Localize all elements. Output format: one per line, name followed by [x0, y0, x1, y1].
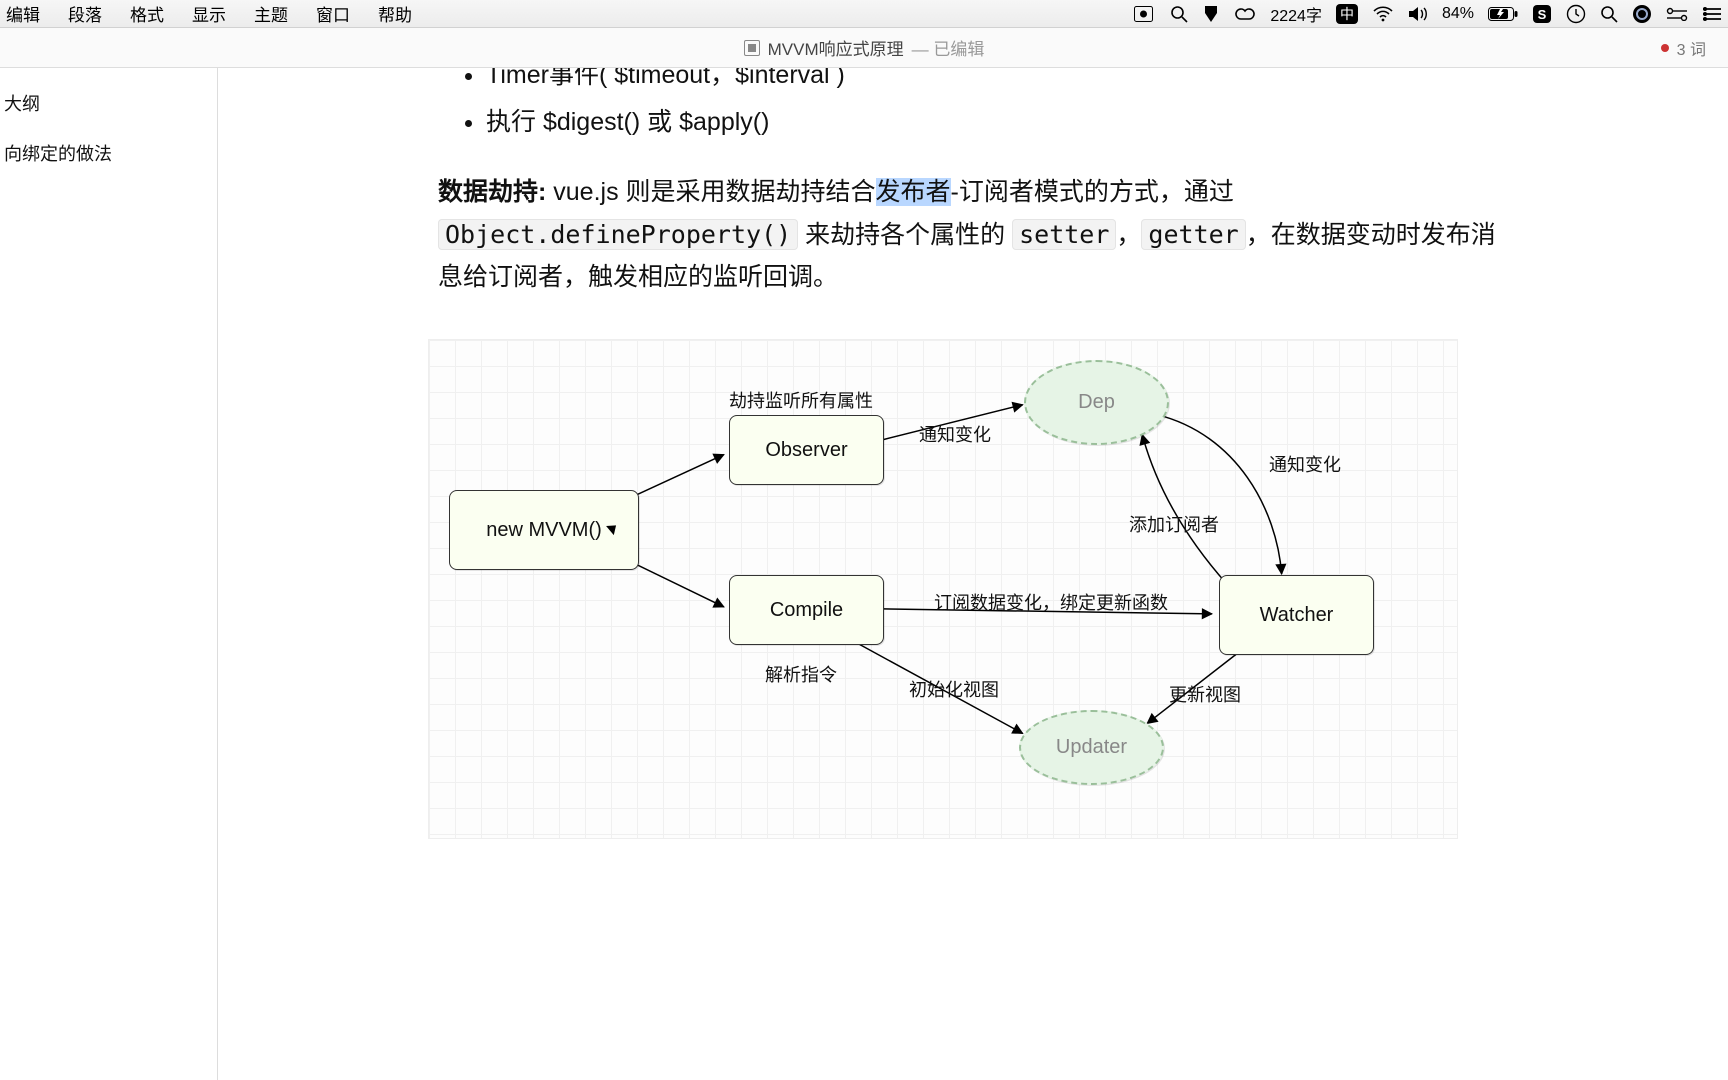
label-dep-to-watcher: 通知变化	[1269, 450, 1341, 481]
document-edited-label: — 已编辑	[912, 35, 985, 60]
spotlight-icon[interactable]	[1600, 5, 1618, 23]
node-compile: Compile	[729, 575, 884, 645]
ime-indicator[interactable]: 中	[1336, 4, 1358, 24]
wifi-icon[interactable]	[1372, 6, 1394, 22]
para-text: ，	[1116, 221, 1141, 249]
label-observer-to-dep: 通知变化	[919, 420, 991, 451]
word-count-group: 3 词	[1661, 36, 1706, 60]
menu-edit[interactable]: 编辑	[6, 1, 40, 26]
char-count: 2224字	[1270, 2, 1322, 26]
label-watcher-to-dep: 添加订阅者	[1129, 510, 1219, 541]
para-text: vue.js 则是采用数据劫持结合	[546, 178, 875, 206]
label-compile-watcher: 订阅数据变化，绑定更新函数	[934, 588, 1168, 619]
menu-paragraph[interactable]: 段落	[68, 1, 102, 26]
outline-heading: 大纲	[0, 86, 217, 136]
search-icon[interactable]	[1170, 5, 1188, 23]
main-split: 大纲 向绑定的做法 Timer事件( $timeout，$interval ) …	[0, 68, 1728, 1080]
unsaved-dot-icon	[1661, 44, 1669, 52]
para-text: 来劫持各个属性的	[798, 221, 1012, 249]
bullet-list[interactable]: Timer事件( $timeout，$interval ) 执行 $digest…	[438, 68, 1518, 143]
document-title-group: MVVM响应式原理 — 已编辑	[744, 35, 985, 60]
svg-text:S: S	[1538, 7, 1547, 22]
menu-format[interactable]: 格式	[130, 1, 164, 26]
code-defineproperty: Object.defineProperty()	[438, 219, 798, 250]
menu-theme[interactable]: 主题	[254, 1, 288, 26]
para-bold-lead: 数据劫持:	[438, 178, 546, 206]
node-updater: Updater	[1019, 710, 1164, 785]
node-observer: Observer	[729, 415, 884, 485]
notification-center-icon[interactable]	[1702, 6, 1722, 22]
code-getter: getter	[1141, 219, 1245, 250]
screen-record-icon[interactable]	[1134, 6, 1156, 22]
siri-icon[interactable]	[1632, 4, 1652, 24]
menubar-left: 编辑 段落 格式 显示 主题 窗口 帮助	[6, 1, 426, 26]
label-compile-bottom: 解析指令	[765, 660, 837, 691]
battery-percent: 84%	[1442, 5, 1474, 23]
node-watcher: Watcher	[1219, 575, 1374, 655]
word-count: 3 词	[1677, 36, 1706, 60]
hammer-icon[interactable]	[1202, 5, 1220, 23]
page-content[interactable]: Timer事件( $timeout，$interval ) 执行 $digest…	[438, 68, 1518, 839]
clock-icon[interactable]	[1566, 4, 1586, 24]
paragraph-data-hijack[interactable]: 数据劫持: vue.js 则是采用数据劫持结合发布者-订阅者模式的方式，通过 O…	[438, 171, 1518, 299]
bullet-item[interactable]: Timer事件( $timeout，$interval )	[486, 68, 1518, 97]
editor-area[interactable]: Timer事件( $timeout，$interval ) 执行 $digest…	[218, 68, 1728, 1080]
menu-view[interactable]: 显示	[192, 1, 226, 26]
control-center-icon[interactable]	[1666, 7, 1688, 21]
bullet-item[interactable]: 执行 $digest() 或 $apply()	[486, 101, 1518, 144]
creative-cloud-icon[interactable]	[1234, 5, 1256, 23]
menubar-right: 2224字 中 84% S	[1134, 2, 1722, 26]
macos-menubar: 编辑 段落 格式 显示 主题 窗口 帮助 2224字 中 84%	[0, 0, 1728, 28]
menu-window[interactable]: 窗口	[316, 1, 350, 26]
outline-sidebar[interactable]: 大纲 向绑定的做法	[0, 68, 218, 1080]
node-dep: Dep	[1024, 360, 1169, 445]
document-icon	[744, 40, 760, 56]
code-setter: setter	[1012, 219, 1116, 250]
menu-help[interactable]: 帮助	[378, 1, 412, 26]
label-watcher-updater: 更新视图	[1169, 680, 1241, 711]
volume-icon[interactable]	[1408, 6, 1428, 22]
label-observer-top: 劫持监听所有属性	[729, 386, 873, 417]
outline-item[interactable]: 向绑定的做法	[0, 136, 217, 170]
mvvm-diagram: new MVVM() Observer Compile Dep Watcher …	[428, 339, 1458, 839]
document-tabbar: MVVM响应式原理 — 已编辑 3 词	[0, 28, 1728, 68]
label-compile-updater: 初始化视图	[909, 675, 999, 706]
para-highlighted: 发布者	[876, 178, 951, 206]
document-title: MVVM响应式原理	[768, 35, 904, 60]
para-text: -订阅者模式的方式，通过	[951, 178, 1234, 206]
battery-icon[interactable]	[1488, 7, 1518, 21]
s-app-icon[interactable]: S	[1532, 4, 1552, 24]
